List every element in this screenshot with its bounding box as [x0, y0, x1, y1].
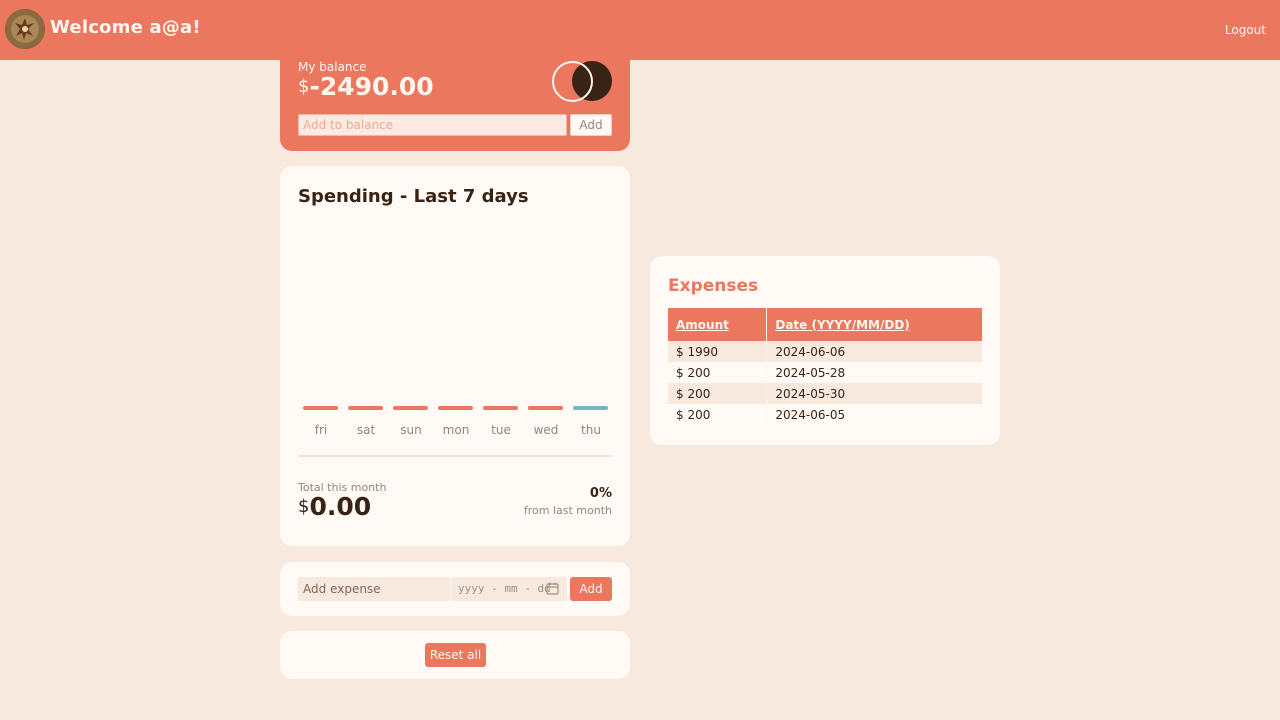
reset-card: Reset all: [280, 631, 630, 679]
expenses-table: Amount Date (YYYY/MM/DD) $ 1990 2024-06-…: [668, 308, 982, 425]
amount-cell: $ 200: [668, 404, 768, 425]
table-row: $ 200 2024-05-28: [668, 362, 982, 383]
date-cell: 2024-06-06: [766, 341, 982, 362]
divider: [298, 455, 612, 457]
date-column-header[interactable]: Date (YYYY/MM/DD): [766, 308, 982, 341]
avatar: [5, 9, 45, 49]
calendar-icon[interactable]: [546, 582, 559, 595]
spending-bar-tue: [483, 406, 518, 410]
reset-all-button[interactable]: Reset all: [425, 643, 486, 667]
day-label-sat: sat: [356, 423, 376, 437]
date-cell: 2024-05-30: [766, 383, 982, 404]
logout-link[interactable]: Logout: [1225, 23, 1266, 37]
date-cell: 2024-05-28: [766, 362, 982, 383]
balance-currency: $: [298, 76, 310, 97]
spending-bar-mon: [438, 406, 473, 410]
percent-change: 0%: [589, 486, 612, 501]
amount-cell: $ 200: [668, 362, 768, 383]
add-to-balance-input[interactable]: [298, 114, 567, 136]
total-value: 0.00: [309, 492, 372, 521]
balance-value: -2490.00: [309, 72, 434, 101]
table-row: $ 200 2024-05-30: [668, 383, 982, 404]
day-label-tue: tue: [491, 423, 511, 437]
day-label-mon: mon: [442, 423, 470, 437]
logo-circles-icon: [552, 61, 614, 103]
day-label-wed: wed: [533, 423, 559, 437]
avatar-image: [5, 9, 45, 49]
add-expense-input[interactable]: [298, 577, 450, 601]
total-amount: $0.00: [298, 492, 371, 521]
add-balance-button[interactable]: Add: [570, 114, 612, 136]
balance-card: My balance $-2490.00 Add: [280, 60, 630, 151]
percent-label: from last month: [523, 504, 612, 517]
expense-date-input[interactable]: yyyy - mm - dd: [451, 577, 567, 601]
expenses-card: Expenses Amount Date (YYYY/MM/DD) $ 1990…: [650, 256, 1000, 445]
spending-bars: fri sat sun mon tue wed thu: [298, 406, 612, 437]
spending-title: Spending - Last 7 days: [298, 186, 529, 207]
add-expense-button[interactable]: Add: [570, 577, 612, 601]
amount-cell: $ 1990: [668, 341, 768, 362]
spending-bar-sat: [348, 406, 383, 410]
table-row: $ 1990 2024-06-06: [668, 341, 982, 362]
day-label-fri: fri: [314, 423, 328, 437]
table-row: $ 200 2024-06-05: [668, 404, 982, 425]
day-label-thu: thu: [581, 423, 601, 437]
spending-bar-wed: [528, 406, 563, 410]
day-label-sun: sun: [400, 423, 422, 437]
spending-bar-thu: [573, 406, 608, 410]
top-bar: Welcome a@a! Logout: [0, 0, 1280, 60]
date-cell: 2024-06-05: [766, 404, 982, 425]
spending-bar-sun: [393, 406, 428, 410]
date-placeholder: yyyy - mm - dd: [458, 582, 551, 595]
expenses-title: Expenses: [668, 276, 759, 296]
spending-bar-fri: [303, 406, 338, 410]
add-expense-card: yyyy - mm - dd Add: [280, 562, 630, 616]
total-currency: $: [298, 496, 310, 517]
welcome-text: Welcome a@a!: [50, 17, 201, 38]
amount-cell: $ 200: [668, 383, 768, 404]
balance-amount: $-2490.00: [298, 72, 434, 101]
amount-column-header[interactable]: Amount: [668, 308, 768, 341]
spending-card: Spending - Last 7 days fri sat sun mon tue we…: [280, 166, 630, 546]
outline-circle-icon: [552, 61, 593, 102]
table-header-row: Amount Date (YYYY/MM/DD): [668, 308, 982, 341]
